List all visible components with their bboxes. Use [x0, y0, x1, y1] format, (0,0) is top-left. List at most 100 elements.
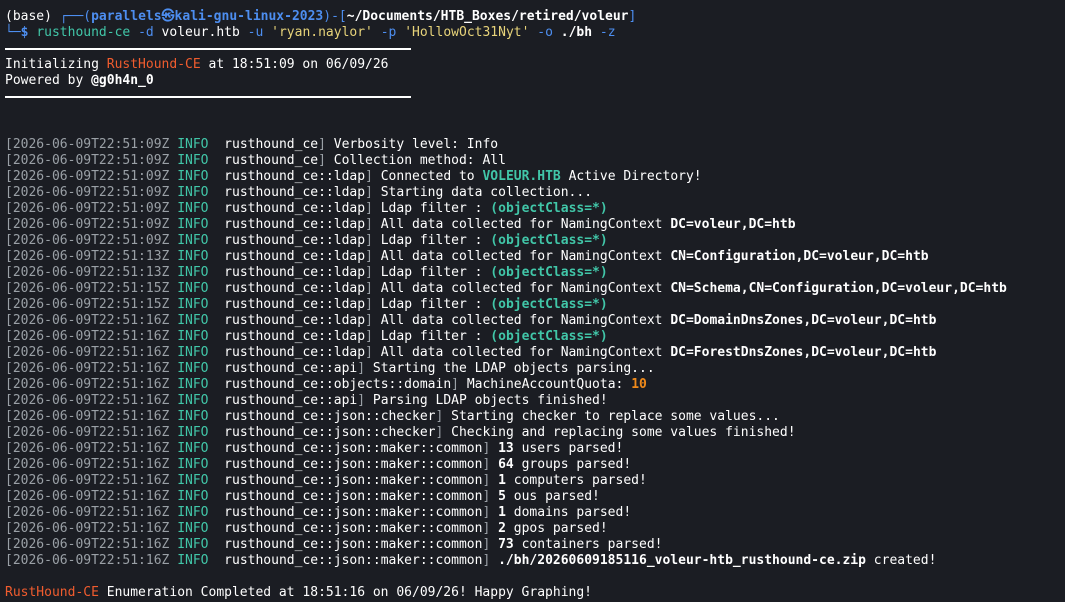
log-level: INFO: [177, 201, 209, 216]
log-module: rusthound_ce::json::checker: [224, 425, 436, 440]
prompt-mid: )-[: [323, 9, 347, 24]
log-bracket-close: ]: [318, 137, 326, 152]
log-level: INFO: [177, 217, 209, 232]
log-module: rusthound_ce::ldap: [224, 345, 366, 360]
log-message: Collection method: All: [333, 153, 506, 168]
log-line: [2026-06-09T22:51:16Z INFO rusthound_ce:…: [5, 553, 1065, 569]
log-line: [2026-06-09T22:51:16Z INFO rusthound_ce:…: [5, 457, 1065, 473]
arg-p: -p: [380, 25, 397, 40]
log-highlight: VOLEUR.HTB: [482, 169, 561, 184]
log-bracket-open: [: [5, 505, 13, 520]
log-bracket-open: [: [5, 137, 13, 152]
log-level: INFO: [177, 457, 209, 472]
log-highlight: (objectClass=*): [490, 329, 608, 344]
log-bracket-open: [: [5, 377, 13, 392]
log-tail: gpos parsed!: [505, 521, 608, 536]
log-level: INFO: [177, 265, 209, 280]
banner-powered-line: Powered by @g0h4n_0: [5, 73, 1065, 89]
log-module: rusthound_ce::ldap: [224, 201, 366, 216]
log-level: INFO: [177, 521, 209, 536]
log-line: [2026-06-09T22:51:16Z INFO rusthound_ce:…: [5, 409, 1065, 425]
arg-d: -d: [138, 25, 154, 40]
prompt-box-left: ┌──(: [59, 9, 92, 24]
log-tail: domains parsed!: [505, 505, 632, 520]
log-timestamp: 2026-06-09T22:51:16Z: [12, 505, 170, 520]
log-timestamp: 2026-06-09T22:51:13Z: [12, 249, 170, 264]
log-line: [2026-06-09T22:51:16Z INFO rusthound_ce:…: [5, 521, 1065, 537]
log-timestamp: 2026-06-09T22:51:09Z: [12, 185, 170, 200]
log-message: Checking and replacing some values finis…: [451, 425, 796, 440]
log-line: [2026-06-09T22:51:13Z INFO rusthound_ce:…: [5, 249, 1065, 265]
banner-powered-prefix: Powered by: [5, 73, 92, 88]
log-module: rusthound_ce::ldap: [224, 185, 366, 200]
log-bracket-open: [: [5, 425, 13, 440]
log-highlight: (objectClass=*): [490, 233, 608, 248]
log-message: Ldap filter :: [380, 329, 491, 344]
log-module: rusthound_ce: [224, 153, 319, 168]
log-module: rusthound_ce::api: [224, 393, 358, 408]
log-bracket-close: ]: [357, 393, 366, 408]
log-tail: users parsed!: [513, 441, 624, 456]
log-bracket-open: [: [5, 441, 13, 456]
terminal-window[interactable]: (base) ┌──(parallels㉿kali-gnu-linux-2023…: [0, 0, 1065, 602]
log-bracket-close: ]: [482, 537, 491, 552]
log-level: INFO: [177, 361, 209, 376]
log-tail: ous parsed!: [505, 489, 600, 504]
log-timestamp: 2026-06-09T22:51:09Z: [12, 233, 170, 248]
footer-line: RustHound-CE Enumeration Completed at 18…: [5, 585, 1065, 601]
footer-tool-name: RustHound-CE: [5, 585, 99, 600]
command-line[interactable]: └─$ rusthound-ce -d voleur.htb -u 'ryan.…: [5, 25, 1065, 41]
log-level: INFO: [177, 473, 209, 488]
log-bracket-close: ]: [365, 265, 373, 280]
log-message: Starting checker to replace some values.…: [451, 409, 780, 424]
log-line: [2026-06-09T22:51:16Z INFO rusthound_ce:…: [5, 393, 1065, 409]
log-line: [2026-06-09T22:51:16Z INFO rusthound_ce:…: [5, 489, 1065, 505]
log-highlight: 73: [498, 537, 514, 552]
arg-outdir: ./bh: [560, 25, 593, 40]
log-highlight: 5: [498, 489, 506, 504]
log-timestamp: 2026-06-09T22:51:16Z: [12, 521, 170, 536]
log-bracket-open: [: [5, 473, 13, 488]
prompt-path: ~/Documents/HTB_Boxes/retired/voleur: [346, 9, 629, 24]
log-bracket-open: [: [5, 521, 13, 536]
log-tail: created!: [865, 553, 937, 568]
log-module: rusthound_ce::ldap: [224, 313, 366, 328]
log-module: rusthound_ce::api: [224, 361, 358, 376]
log-bracket-open: [: [5, 489, 13, 504]
log-level: INFO: [177, 425, 209, 440]
log-timestamp: 2026-06-09T22:51:16Z: [12, 425, 170, 440]
log-level: INFO: [177, 377, 209, 392]
banner-tool-name: RustHound-CE: [106, 57, 201, 72]
log-level: INFO: [177, 249, 209, 264]
log-timestamp: 2026-06-09T22:51:16Z: [12, 377, 170, 392]
log-highlight: 1: [498, 473, 506, 488]
log-bracket-open: [: [5, 313, 13, 328]
log-message: All data collected for NamingContext: [380, 217, 671, 232]
log-timestamp: 2026-06-09T22:51:09Z: [12, 201, 170, 216]
log-timestamp: 2026-06-09T22:51:09Z: [12, 137, 170, 152]
log-timestamp: 2026-06-09T22:51:16Z: [12, 313, 170, 328]
log-module: rusthound_ce::ldap: [224, 217, 366, 232]
log-module: rusthound_ce::ldap: [224, 297, 366, 312]
log-line: [2026-06-09T22:51:09Z INFO rusthound_ce:…: [5, 201, 1065, 217]
conda-env: (base): [5, 9, 52, 24]
log-highlight: 2: [498, 521, 506, 536]
log-module: rusthound_ce::json::maker::common: [224, 473, 483, 488]
log-highlight: 10: [631, 377, 647, 392]
log-bracket-close: ]: [365, 329, 373, 344]
banner-rule-top: [5, 48, 411, 50]
log-bracket-open: [: [5, 393, 13, 408]
log-timestamp: 2026-06-09T22:51:16Z: [12, 457, 170, 472]
log-bracket-close: ]: [365, 185, 373, 200]
log-timestamp: 2026-06-09T22:51:15Z: [12, 297, 170, 312]
log-message: Ldap filter :: [380, 233, 491, 248]
log-timestamp: 2026-06-09T22:51:16Z: [12, 329, 170, 344]
log-bracket-close: ]: [318, 153, 326, 168]
log-output: [2026-06-09T22:51:09Z INFO rusthound_ce]…: [5, 137, 1065, 569]
log-highlight: 1: [498, 505, 506, 520]
log-line: [2026-06-09T22:51:09Z INFO rusthound_ce]…: [5, 137, 1065, 153]
log-highlight: CN=Schema,CN=Configuration,DC=voleur,DC=…: [670, 281, 1007, 296]
log-bracket-close: ]: [365, 345, 373, 360]
